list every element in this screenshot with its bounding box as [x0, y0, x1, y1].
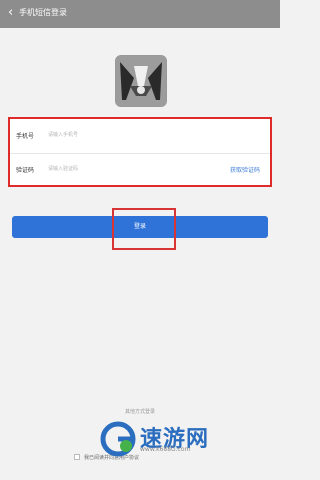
login-highlight-box — [112, 208, 176, 250]
phone-row: 手机号 — [10, 119, 270, 154]
page-title: 手机短信登录 — [19, 8, 67, 17]
phone-input[interactable] — [48, 129, 198, 141]
chevron-left-icon[interactable]: ‹ — [8, 4, 13, 22]
sms-login-form: 手机号 验证码 获取验证码 — [8, 117, 272, 187]
title-bar: ‹ 手机短信登录 — [0, 0, 280, 28]
watermark: 速游网 www.k688G.com — [98, 416, 278, 462]
phone-label: 手机号 — [16, 133, 35, 140]
watermark-logo-icon — [100, 421, 136, 457]
other-login-title: 其他方式登录 — [124, 409, 155, 415]
app-logo-icon — [115, 55, 167, 107]
watermark-url: www.k688G.com — [140, 446, 191, 453]
code-label: 验证码 — [16, 167, 35, 174]
code-input[interactable] — [48, 163, 198, 175]
get-code-link[interactable]: 获取验证码 — [230, 165, 260, 174]
code-row: 验证码 获取验证码 — [10, 153, 270, 187]
agreement-checkbox[interactable] — [74, 454, 80, 460]
